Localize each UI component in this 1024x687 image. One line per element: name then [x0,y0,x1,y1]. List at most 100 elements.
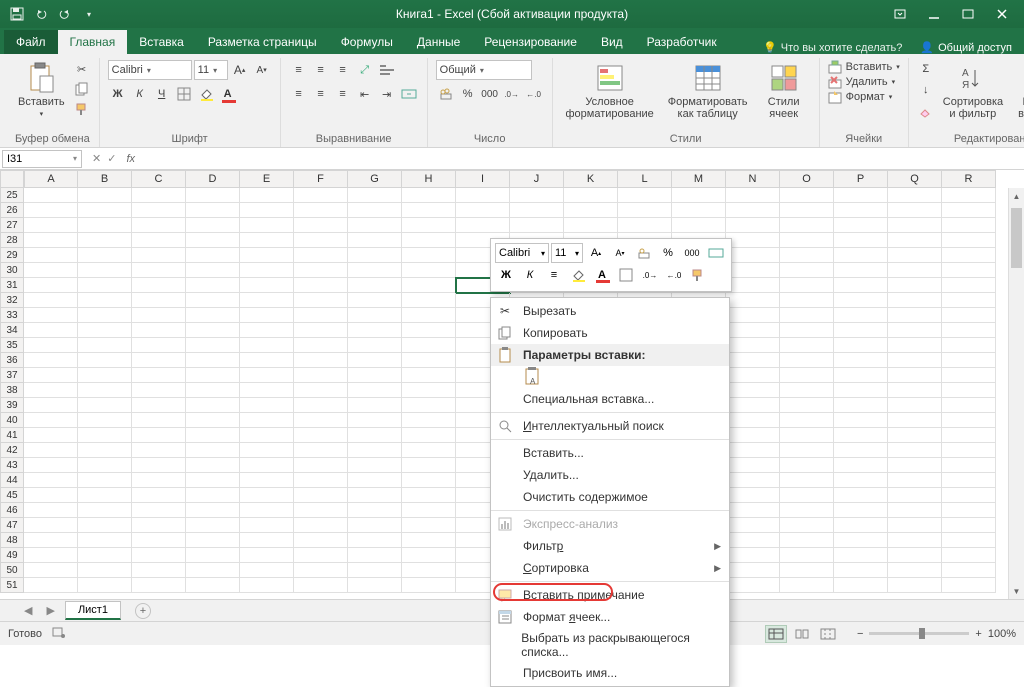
cell[interactable] [726,398,780,413]
cell[interactable] [402,188,456,203]
cell[interactable] [132,458,186,473]
page-layout-view-icon[interactable] [791,625,813,643]
cell[interactable] [78,248,132,263]
cell[interactable] [942,293,996,308]
cell[interactable] [294,353,348,368]
row-header[interactable]: 40 [0,413,24,428]
cell[interactable] [24,413,78,428]
cell[interactable] [726,503,780,518]
maximize-icon[interactable] [960,6,976,22]
orientation-icon[interactable]: ⤢ [355,60,375,80]
cell[interactable] [348,473,402,488]
cell[interactable] [942,518,996,533]
fill-color-icon[interactable] [196,84,216,104]
ctx-define-name[interactable]: Присвоить имя... [491,662,729,684]
cell[interactable] [672,218,726,233]
mini-currency-icon[interactable] [633,243,655,263]
cell[interactable] [834,203,888,218]
cell[interactable] [132,503,186,518]
cell[interactable] [348,398,402,413]
cell[interactable] [132,293,186,308]
cell[interactable] [348,488,402,503]
align-center-icon[interactable]: ≡ [311,84,331,104]
cell[interactable] [834,248,888,263]
mini-merge-icon[interactable] [705,243,727,263]
cell[interactable] [240,218,294,233]
cell[interactable] [726,518,780,533]
cell[interactable] [24,533,78,548]
cell[interactable] [294,518,348,533]
cell[interactable] [942,548,996,563]
cell[interactable] [726,278,780,293]
cell[interactable] [780,293,834,308]
cell[interactable] [240,443,294,458]
cell[interactable] [294,443,348,458]
fill-icon[interactable]: ↓ [917,81,935,99]
cell[interactable] [186,428,240,443]
cell[interactable] [780,503,834,518]
paste-button[interactable]: Вставить ▾ [14,60,69,120]
cell[interactable] [780,458,834,473]
cell[interactable] [402,578,456,593]
cell[interactable] [942,398,996,413]
row-header[interactable]: 43 [0,458,24,473]
cell[interactable] [834,233,888,248]
copy-icon[interactable] [73,80,91,98]
normal-view-icon[interactable] [765,625,787,643]
cell[interactable] [780,563,834,578]
cell[interactable] [726,548,780,563]
cell[interactable] [780,413,834,428]
row-header[interactable]: 33 [0,308,24,323]
cell[interactable] [186,248,240,263]
cut-icon[interactable]: ✂ [73,60,91,78]
save-icon[interactable] [8,5,26,23]
vertical-scrollbar[interactable]: ▲ ▼ [1008,188,1024,599]
ctx-sort[interactable]: Сортировка▶ [491,557,729,579]
cell[interactable] [402,353,456,368]
cell[interactable] [564,188,618,203]
cell[interactable] [402,443,456,458]
row-header[interactable]: 46 [0,503,24,518]
cell[interactable] [618,188,672,203]
cell[interactable] [186,293,240,308]
cell[interactable] [348,368,402,383]
column-header[interactable]: O [780,170,834,188]
cell[interactable] [186,473,240,488]
row-header[interactable]: 29 [0,248,24,263]
cell[interactable] [888,323,942,338]
cell[interactable] [24,233,78,248]
align-left-icon[interactable]: ≡ [289,84,309,104]
cell[interactable] [726,413,780,428]
cell[interactable] [942,203,996,218]
cell[interactable] [780,353,834,368]
column-header[interactable]: C [132,170,186,188]
mini-comma-icon[interactable]: 000 [681,243,703,263]
tab-formulas[interactable]: Формулы [329,30,405,54]
close-icon[interactable] [994,6,1010,22]
tab-developer[interactable]: Разработчик [635,30,729,54]
cell[interactable] [78,383,132,398]
column-header[interactable]: F [294,170,348,188]
row-header[interactable]: 44 [0,473,24,488]
cell[interactable] [294,398,348,413]
row-header[interactable]: 36 [0,353,24,368]
format-cells-button[interactable]: Формат▾ [828,90,900,104]
cell[interactable] [618,203,672,218]
cell[interactable] [24,488,78,503]
row-header[interactable]: 34 [0,323,24,338]
cell[interactable] [24,218,78,233]
accept-formula-icon[interactable]: ✓ [107,152,116,165]
cell[interactable] [78,503,132,518]
cell[interactable] [888,443,942,458]
cell[interactable] [240,293,294,308]
cell[interactable] [726,458,780,473]
cell[interactable] [780,473,834,488]
cell[interactable] [294,428,348,443]
mini-fill-color-icon[interactable] [567,265,589,285]
cell[interactable] [888,263,942,278]
cell[interactable] [402,383,456,398]
cell[interactable] [942,233,996,248]
cell[interactable] [132,263,186,278]
cell[interactable] [186,413,240,428]
row-header[interactable]: 30 [0,263,24,278]
